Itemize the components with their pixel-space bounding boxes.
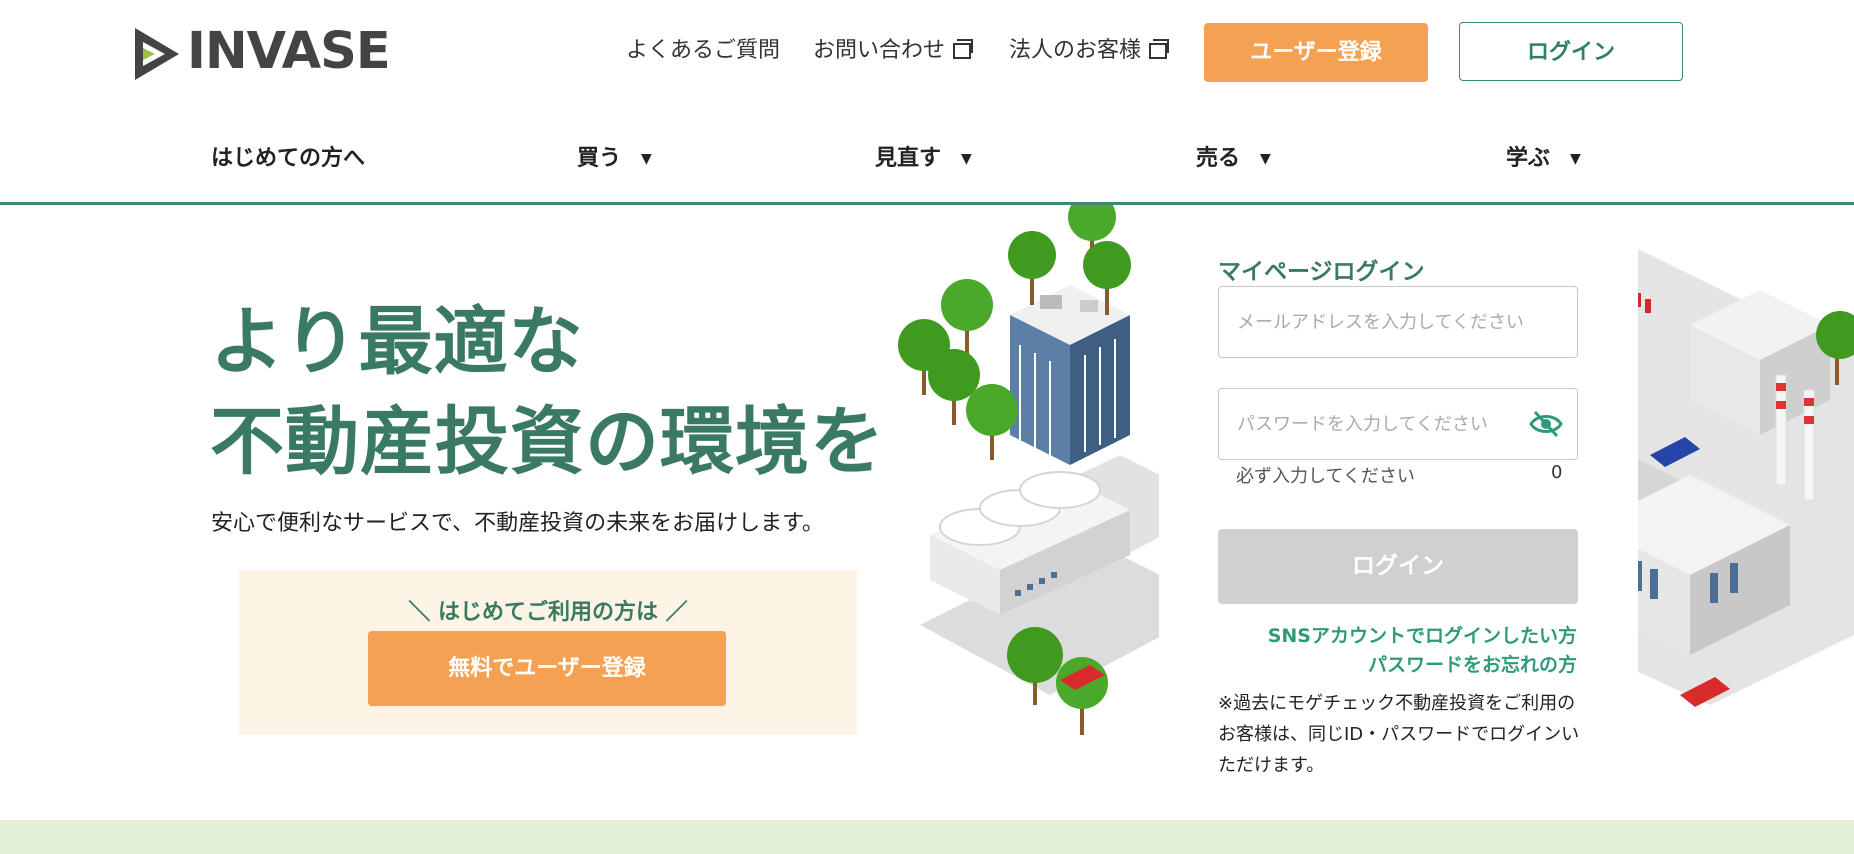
login-notice: ※過去にモゲチェック不動産投資をご利用のお客様は、同じID・パスワードでログイン… (1218, 693, 1580, 776)
caret-down-icon: ▼ (1260, 151, 1271, 167)
contact-link[interactable]: お問い合わせ (813, 36, 974, 66)
hero-title-line1: より最適な (210, 299, 584, 385)
signup-cta-box: ＼ はじめてご利用の方は ／ 無料でユーザー登録 (239, 570, 857, 735)
caret-down-icon: ▼ (641, 151, 652, 167)
nav-item-first-time[interactable]: はじめての方へ (211, 140, 365, 172)
cta-note: ＼ はじめてご利用の方は ／ (408, 600, 688, 625)
section-band (0, 820, 1854, 854)
external-link-icon (1149, 39, 1170, 59)
email-input[interactable] (1235, 287, 1539, 358)
login-title: マイページログイン (1218, 259, 1425, 285)
nav-item-label: はじめての方へ (211, 146, 366, 171)
logo-text: INVASE (187, 22, 391, 81)
nav-item-sell[interactable]: 売る ▼ (1196, 140, 1271, 172)
nav-item-buy[interactable]: 買う ▼ (577, 140, 652, 172)
logo-mark-icon (135, 28, 179, 80)
forgot-password-link[interactable]: パスワードをお忘れの方 (1368, 650, 1577, 677)
nav-item-label: 売る (1196, 146, 1241, 171)
caret-down-icon: ▼ (1570, 151, 1581, 167)
corporate-link[interactable]: 法人のお客様 (1009, 36, 1170, 66)
external-link-icon (953, 39, 974, 59)
faq-link[interactable]: よくあるご質問 (626, 36, 780, 66)
eye-slash-icon[interactable] (1529, 409, 1563, 439)
password-input[interactable] (1235, 389, 1539, 460)
free-register-button[interactable]: 無料でユーザー登録 (368, 631, 726, 706)
corporate-link-label: 法人のお客様 (1009, 38, 1142, 63)
required-note: 必ず入力してください (1236, 466, 1415, 487)
nav-item-label: 学ぶ (1506, 146, 1551, 171)
site-logo[interactable]: INVASE (133, 24, 391, 84)
hero-title-line2: 不動産投資の環境を (210, 399, 885, 485)
hero-title: より最適な 不動産投資の環境を (210, 292, 885, 492)
caret-down-icon: ▼ (961, 151, 972, 167)
user-register-button[interactable]: ユーザー登録 (1204, 23, 1428, 82)
nav-item-review[interactable]: 見直す ▼ (875, 140, 972, 172)
hero-subtitle: 安心で便利なサービスで、不動産投資の未来をお届けします。 (211, 511, 824, 536)
header-login-button[interactable]: ログイン (1459, 22, 1683, 81)
contact-link-label: お問い合わせ (813, 38, 946, 63)
nav-item-label: 見直す (875, 146, 942, 171)
login-button[interactable]: ログイン (1218, 529, 1578, 604)
sns-login-link[interactable]: SNSアカウントでログインしたい方 (1268, 621, 1577, 648)
nav-item-learn[interactable]: 学ぶ ▼ (1506, 140, 1581, 172)
login-card: マイページログイン 必ず入力してください 0 ログイン SNSアカウントでログイ… (1159, 222, 1638, 782)
nav-item-label: 買う (577, 146, 622, 171)
char-count: 0 (1551, 462, 1563, 483)
email-field[interactable] (1218, 286, 1578, 358)
password-field[interactable] (1218, 388, 1578, 460)
